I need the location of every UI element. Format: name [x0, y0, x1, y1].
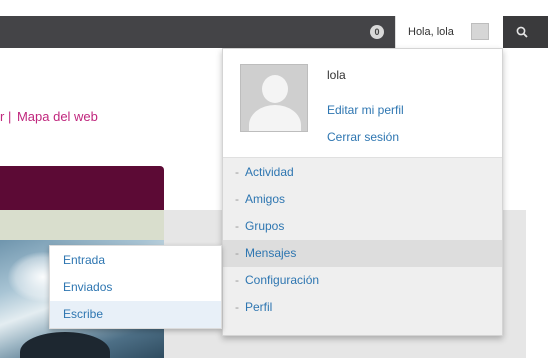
search-button[interactable] — [503, 16, 548, 48]
submenu-item-enviados[interactable]: Enviados — [50, 274, 221, 301]
account-menu-list: - Actividad - Amigos - Grupos - Mensajes - Co… — [223, 157, 502, 335]
messages-submenu: Entrada Enviados Escribe — [49, 245, 222, 329]
user-avatar-icon — [471, 23, 489, 40]
submenu-item-escribe[interactable]: Escribe — [50, 301, 221, 328]
menu-dash: - — [235, 300, 239, 314]
content-header-bar — [0, 166, 164, 210]
account-dropdown: lola Editar mi perfil Cerrar sesión - Act… — [222, 48, 503, 336]
menu-item-perfil[interactable]: - Perfil — [223, 294, 502, 321]
menu-item-label: Grupos — [245, 219, 285, 233]
footer-links: r | Mapa del web — [0, 109, 98, 124]
sitemap-link[interactable]: Mapa del web — [17, 109, 98, 124]
menu-item-label: Mensajes — [245, 246, 297, 260]
menu-item-label: Amigos — [245, 192, 286, 206]
menu-dash: - — [235, 273, 239, 287]
admin-bar: 0 Hola, lola — [0, 16, 548, 48]
menu-item-label: Actividad — [245, 165, 294, 179]
menu-dash: - — [235, 219, 239, 233]
profile-placeholder-icon[interactable] — [240, 64, 308, 132]
photo-rock — [20, 332, 110, 358]
menu-dash: - — [235, 246, 239, 260]
submenu-item-entrada[interactable]: Entrada — [50, 247, 221, 274]
menu-item-actividad[interactable]: - Actividad — [223, 159, 502, 186]
edit-profile-link[interactable]: Editar mi perfil — [327, 103, 404, 117]
content-subheader — [0, 210, 164, 240]
menu-dash: - — [235, 192, 239, 206]
greeting-label: Hola, lola — [408, 26, 454, 38]
dropdown-username[interactable]: lola — [327, 68, 346, 82]
search-icon — [516, 26, 528, 38]
avatar-head — [262, 75, 288, 103]
menu-item-label: Configuración — [245, 273, 320, 287]
menu-item-configuracion[interactable]: - Configuración — [223, 267, 502, 294]
notification-bubble-icon[interactable]: 0 — [370, 25, 384, 39]
avatar-shoulders — [249, 105, 301, 131]
breadcrumb-separator: r | — [0, 109, 12, 124]
my-account-tab[interactable]: Hola, lola — [395, 16, 503, 48]
menu-item-grupos[interactable]: - Grupos — [223, 213, 502, 240]
menu-dash: - — [235, 165, 239, 179]
menu-item-label: Perfil — [245, 300, 273, 314]
menu-item-mensajes[interactable]: - Mensajes — [223, 240, 502, 267]
logout-link[interactable]: Cerrar sesión — [327, 130, 399, 144]
menu-item-amigos[interactable]: - Amigos — [223, 186, 502, 213]
